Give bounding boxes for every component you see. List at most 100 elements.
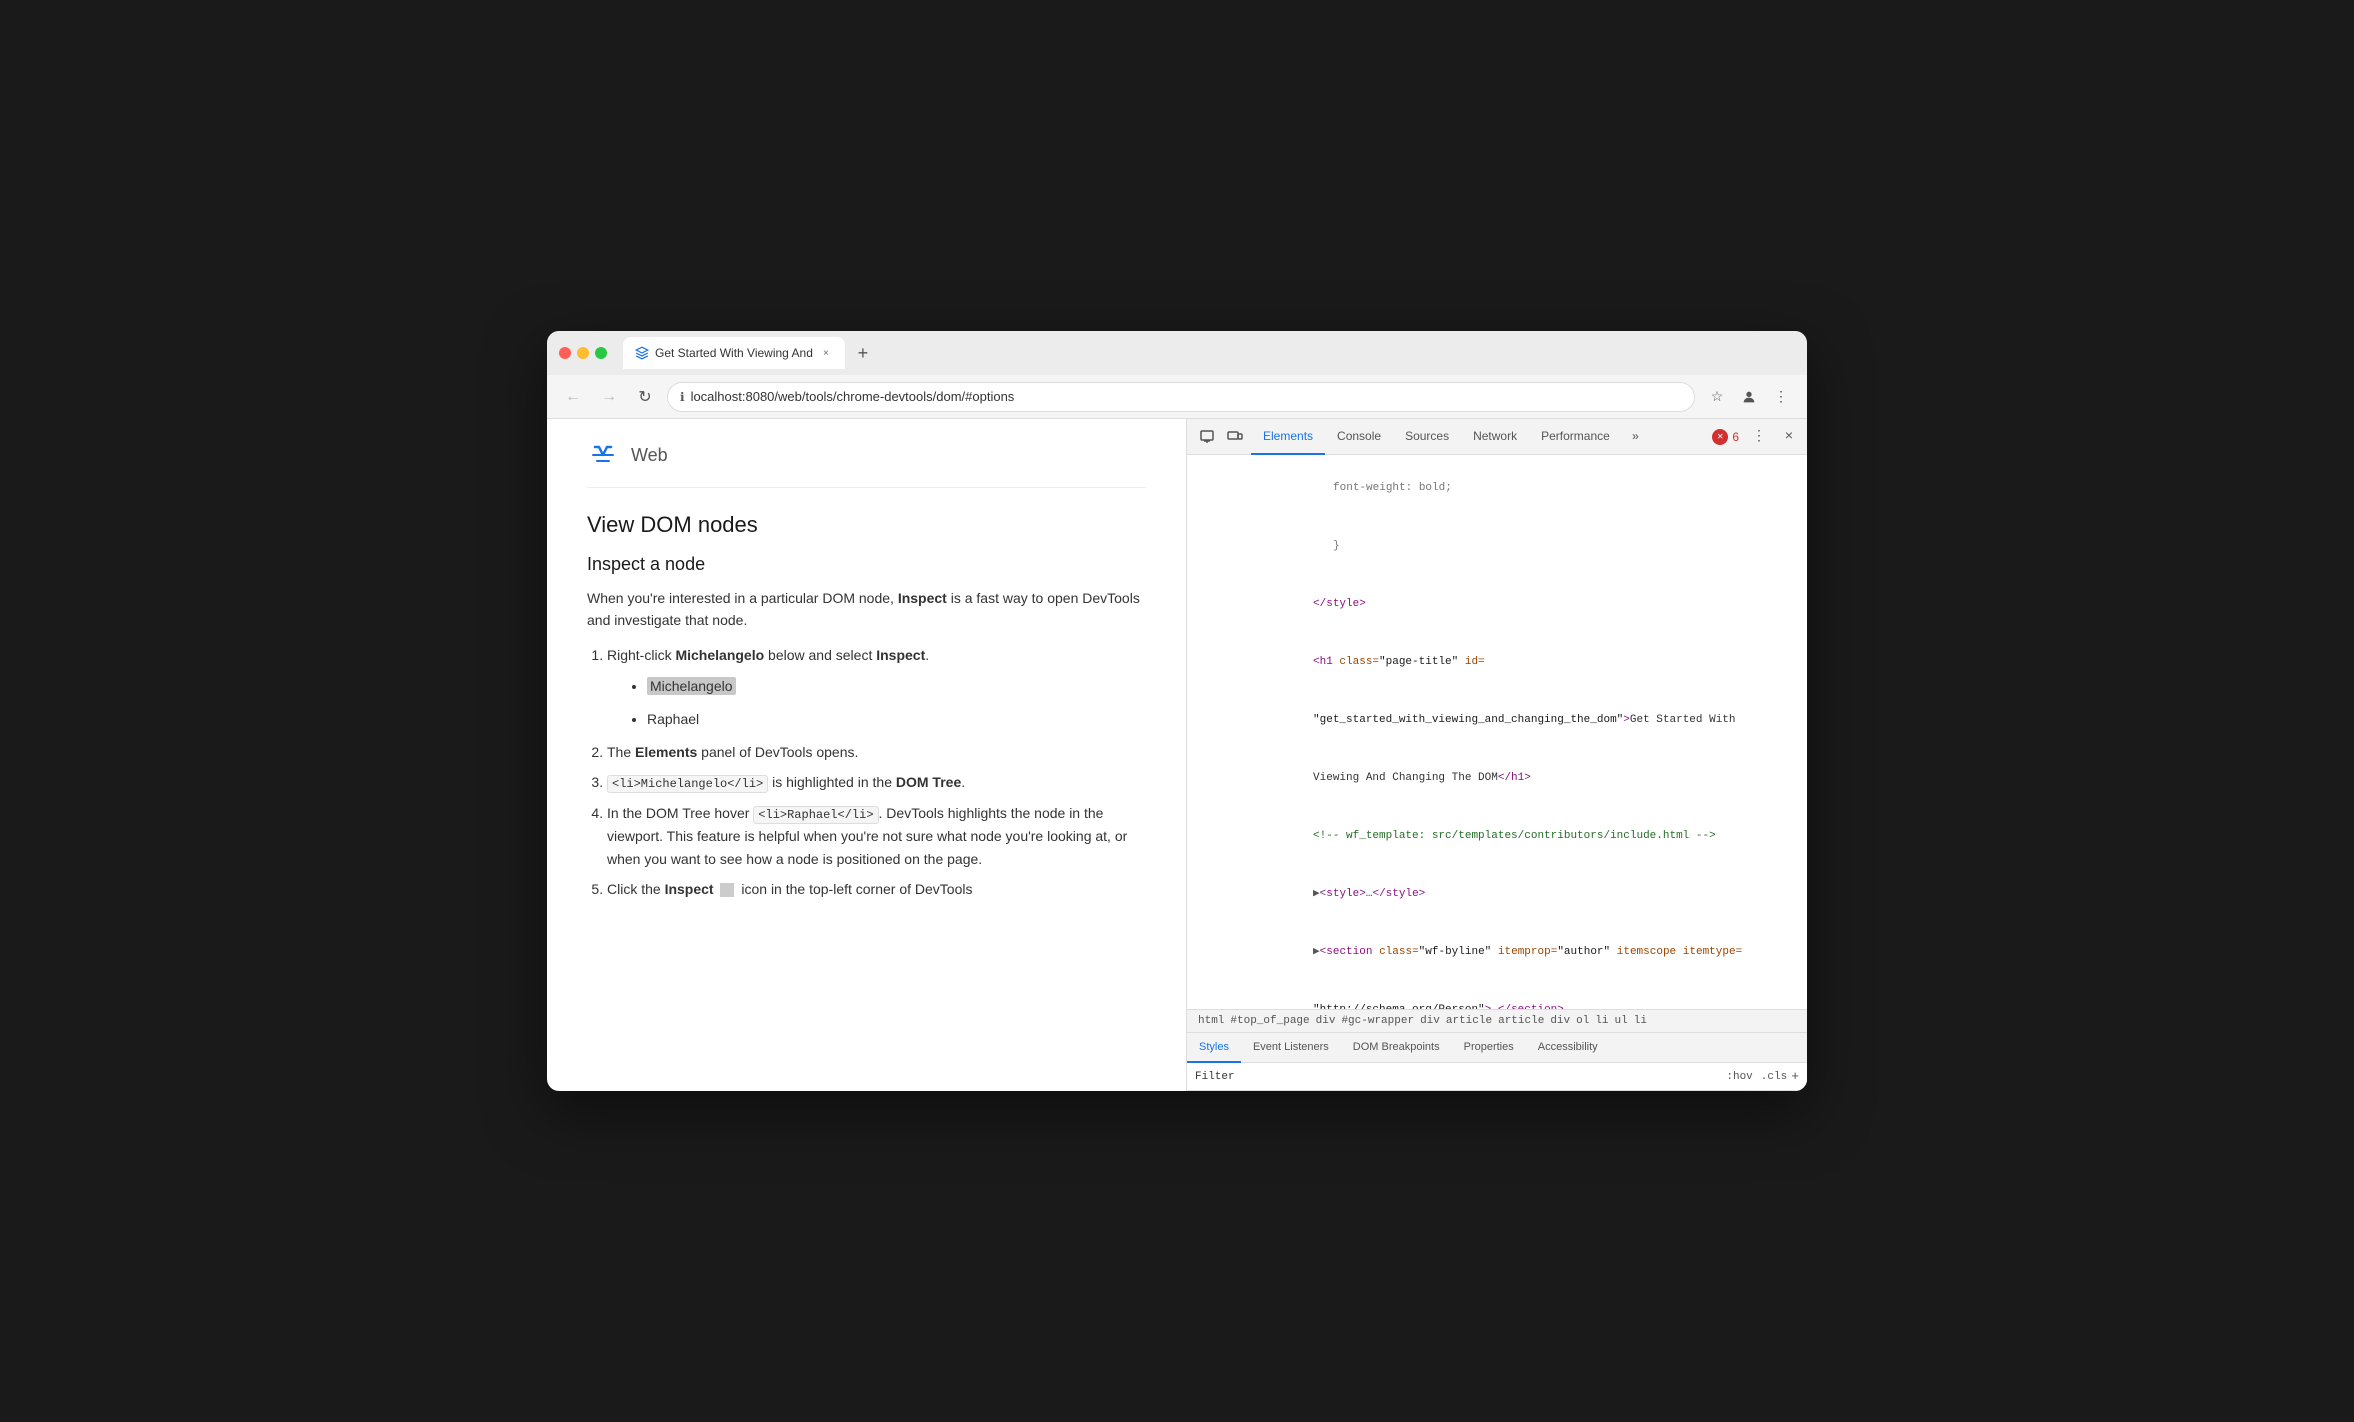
inspect-icon-inline (720, 883, 734, 897)
list-item: Right-click Michelangelo below and selec… (607, 644, 1146, 733)
inspect-bold: Inspect (898, 590, 947, 606)
dom-line: ▶<section class="wf-byline" itemprop="au… (1187, 924, 1807, 982)
filter-bar: :hov .cls + (1187, 1063, 1807, 1091)
dom-line: Viewing And Changing The DOM</h1> (1187, 749, 1807, 807)
breadcrumb-item[interactable]: li (1631, 1015, 1650, 1027)
code-inline: <li>Michelangelo</li> (607, 775, 768, 793)
michelangelo-bold: Michelangelo (675, 647, 764, 663)
list-item: Raphael (647, 707, 1146, 732)
forward-button[interactable]: → (595, 383, 623, 411)
breadcrumb-item[interactable]: div (1313, 1015, 1339, 1027)
tab-close-button[interactable]: × (819, 346, 833, 360)
address-bar: ← → ↻ ℹ localhost:8080/web/tools/chrome-… (547, 375, 1807, 419)
cls-button[interactable]: .cls (1757, 1071, 1791, 1083)
list-item: The Elements panel of DevTools opens. (607, 741, 1146, 763)
inspect-heading: Inspect a node (587, 554, 1146, 575)
elements-bold: Elements (635, 744, 697, 760)
maximize-window-button[interactable] (595, 347, 607, 359)
breadcrumb-item[interactable]: div (1417, 1015, 1443, 1027)
device-toggle-button[interactable] (1223, 425, 1247, 449)
tab-bar: Get Started With Viewing And × + (623, 337, 1795, 369)
tab-elements[interactable]: Elements (1251, 419, 1325, 455)
inspect-bold3: Inspect (665, 881, 714, 897)
dom-tree[interactable]: font-weight: bold; } </style> <h1 class=… (1187, 455, 1807, 1009)
list-item: Click the Inspect icon in the top-left c… (607, 878, 1146, 900)
section-title: View DOM nodes (587, 512, 1146, 538)
site-header: Web (587, 439, 1146, 488)
filter-input[interactable] (1195, 1071, 1722, 1083)
dom-breadcrumb: html #top_of_page div #gc-wrapper div ar… (1187, 1009, 1807, 1033)
tab-network[interactable]: Network (1461, 419, 1529, 455)
reload-button[interactable]: ↻ (631, 383, 659, 411)
site-logo-icon (587, 439, 619, 471)
browser-window: Get Started With Viewing And × + ← → ↻ ℹ… (547, 331, 1807, 1091)
step1-text: Right-click Michelangelo below and selec… (607, 647, 929, 663)
devtools-close-button[interactable]: × (1779, 427, 1799, 447)
breadcrumb-item[interactable]: div (1547, 1015, 1573, 1027)
browser-tab[interactable]: Get Started With Viewing And × (623, 337, 845, 369)
breadcrumb-item[interactable]: html (1195, 1015, 1227, 1027)
code-inline2: <li>Raphael</li> (753, 806, 878, 824)
tab-event-listeners[interactable]: Event Listeners (1241, 1033, 1341, 1063)
inspect-element-button[interactable] (1195, 425, 1219, 449)
tab-favicon-icon (635, 346, 649, 360)
url-bar[interactable]: ℹ localhost:8080/web/tools/chrome-devtoo… (667, 382, 1695, 412)
new-tab-button[interactable]: + (849, 339, 877, 367)
url-text: localhost:8080/web/tools/chrome-devtools… (691, 389, 1015, 404)
tab-styles[interactable]: Styles (1187, 1033, 1241, 1063)
more-tabs-button[interactable]: » (1626, 430, 1645, 444)
breadcrumb-item[interactable]: li (1592, 1015, 1611, 1027)
hover-pseudo-button[interactable]: :hov (1722, 1071, 1756, 1083)
tab-console[interactable]: Console (1325, 419, 1393, 455)
devtools-toolbar: Elements Console Sources Network Perform… (1187, 419, 1807, 455)
tab-accessibility[interactable]: Accessibility (1526, 1033, 1610, 1063)
title-bar: Get Started With Viewing And × + (547, 331, 1807, 375)
list-item: Michelangelo (647, 674, 1146, 699)
dom-line: <!-- wf_template: src/templates/contribu… (1187, 807, 1807, 865)
tab-properties[interactable]: Properties (1452, 1033, 1526, 1063)
breadcrumb-item[interactable]: article (1495, 1015, 1547, 1027)
list-item: In the DOM Tree hover <li>Raphael</li>. … (607, 802, 1146, 870)
devtools-tabs: Elements Console Sources Network Perform… (1251, 419, 1622, 455)
traffic-lights (559, 347, 607, 359)
tab-sources[interactable]: Sources (1393, 419, 1461, 455)
address-actions: ☆ ⋮ (1703, 383, 1795, 411)
inspect-bold2: Inspect (876, 647, 925, 663)
dom-line: font-weight: bold; (1187, 459, 1807, 517)
breadcrumb-item[interactable]: #gc-wrapper (1338, 1015, 1417, 1027)
site-name: Web (631, 445, 668, 466)
breadcrumb-item[interactable]: #top_of_page (1227, 1015, 1312, 1027)
dom-line: <h1 class="page-title" id= (1187, 633, 1807, 691)
breadcrumb-item[interactable]: article (1443, 1015, 1495, 1027)
menu-button[interactable]: ⋮ (1767, 383, 1795, 411)
tab-performance[interactable]: Performance (1529, 419, 1622, 455)
list-item: <li>Michelangelo</li> is highlighted in … (607, 771, 1146, 794)
dom-line: </style> (1187, 575, 1807, 633)
breadcrumb-item[interactable]: ol (1573, 1015, 1592, 1027)
add-style-rule-button[interactable]: + (1791, 1069, 1799, 1084)
intro-text: When you're interested in a particular D… (587, 590, 894, 606)
dom-line: } (1187, 517, 1807, 575)
devtools-bottom-tabs: Styles Event Listeners DOM Breakpoints P… (1187, 1033, 1807, 1063)
error-icon: ✕ (1712, 429, 1728, 445)
intro-paragraph: When you're interested in a particular D… (587, 587, 1146, 632)
tab-title: Get Started With Viewing And (655, 346, 813, 360)
sub-list: Michelangelo Raphael (607, 674, 1146, 732)
back-button[interactable]: ← (559, 383, 587, 411)
devtools-panel: Elements Console Sources Network Perform… (1187, 419, 1807, 1091)
close-window-button[interactable] (559, 347, 571, 359)
dom-line: "get_started_with_viewing_and_changing_t… (1187, 691, 1807, 749)
devtools-settings-button[interactable]: ⋮ (1747, 425, 1771, 449)
dom-line: ▶<style>…</style> (1187, 865, 1807, 923)
lock-icon: ℹ (680, 390, 685, 404)
error-badge: ✕ 6 (1712, 429, 1739, 445)
bookmark-button[interactable]: ☆ (1703, 383, 1731, 411)
breadcrumb-item[interactable]: ul (1612, 1015, 1631, 1027)
minimize-window-button[interactable] (577, 347, 589, 359)
browser-content: Web View DOM nodes Inspect a node When y… (547, 419, 1807, 1091)
michelangelo-highlight: Michelangelo (647, 677, 736, 695)
error-count: 6 (1732, 430, 1739, 444)
page-content: Web View DOM nodes Inspect a node When y… (547, 419, 1187, 1091)
tab-dom-breakpoints[interactable]: DOM Breakpoints (1341, 1033, 1452, 1063)
account-button[interactable] (1735, 383, 1763, 411)
